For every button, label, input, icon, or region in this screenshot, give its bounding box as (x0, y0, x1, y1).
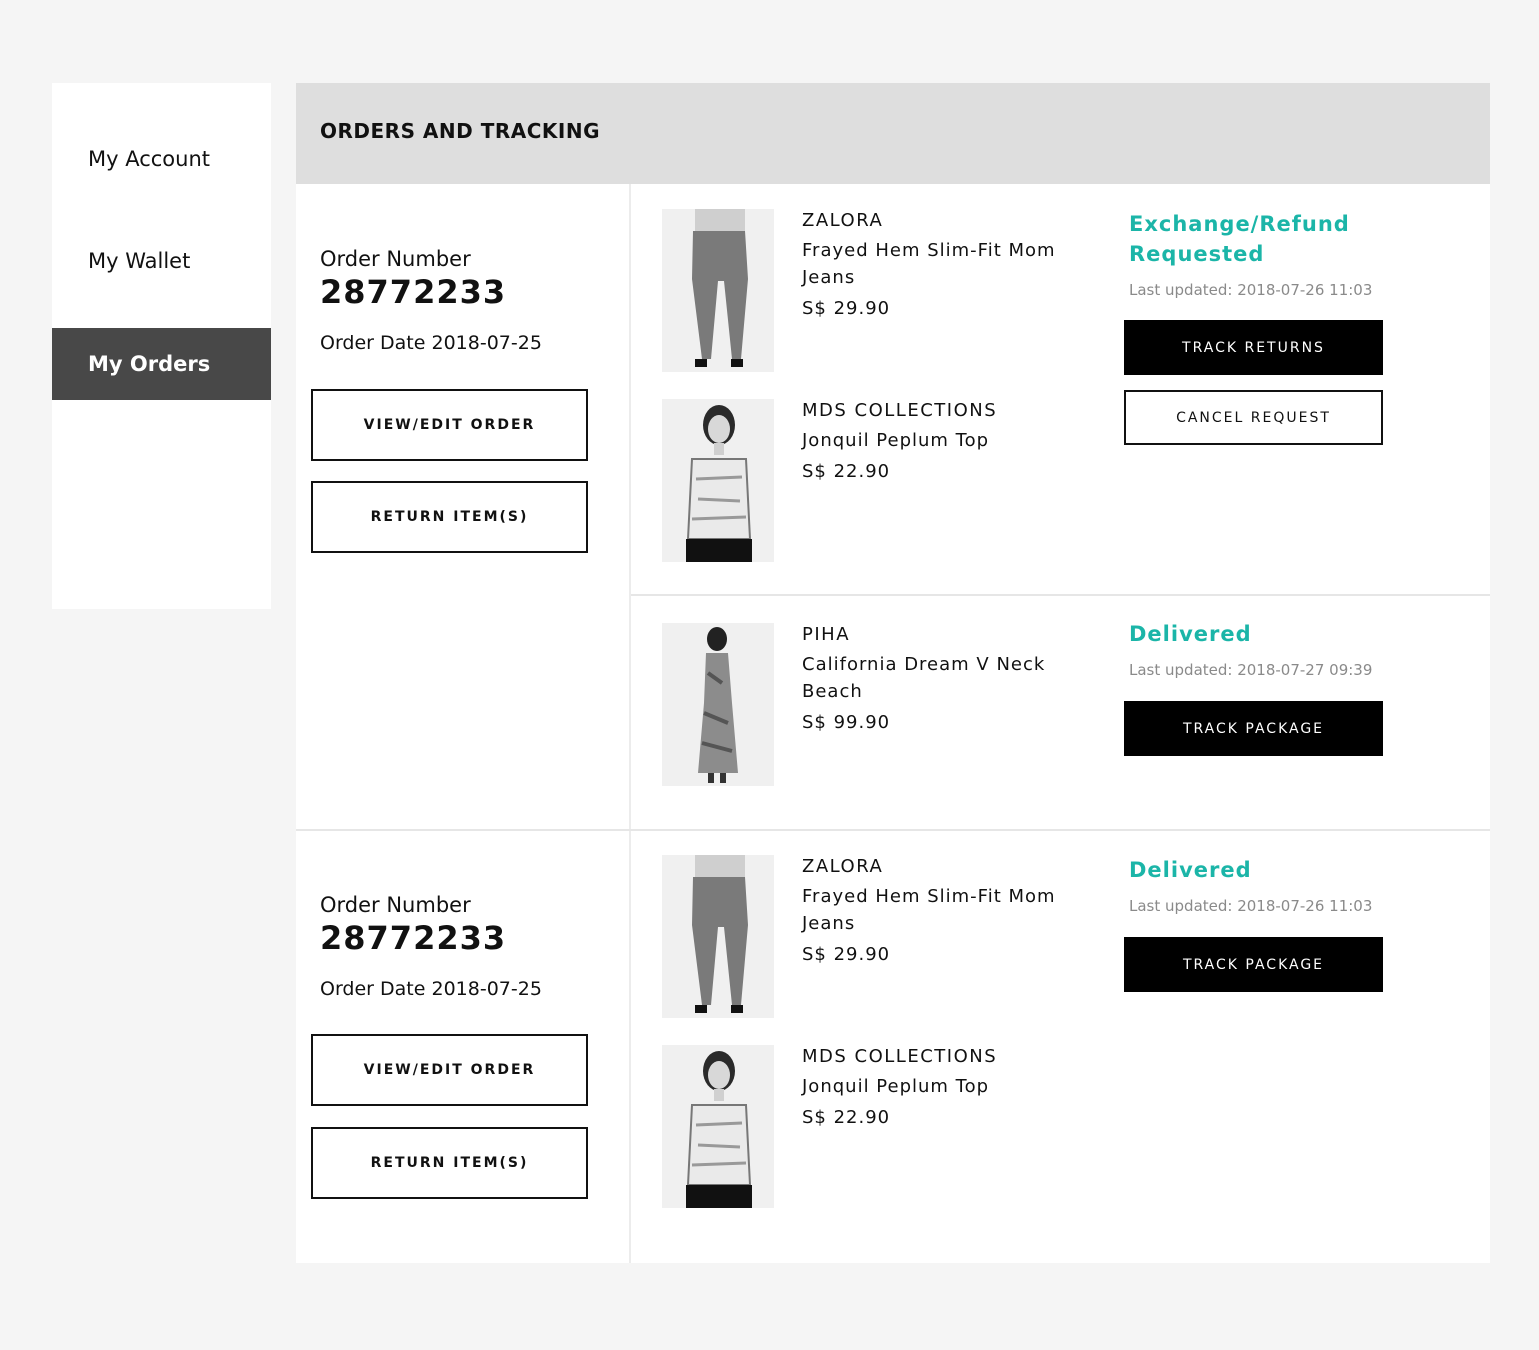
item-price: S$ 22.90 (802, 1107, 891, 1128)
order-number: 28772233 (320, 919, 507, 957)
order-item: MDS COLLECTIONS Jonquil Peplum Top S$ 22… (662, 399, 1122, 564)
item-name[interactable]: Frayed Hem Slim-Fit Mom Jeans (802, 883, 1092, 937)
return-items-button[interactable]: RETURN ITEM(S) (311, 1127, 588, 1199)
item-name[interactable]: Jonquil Peplum Top (802, 427, 1092, 454)
order-date: Order Date 2018-07-25 (320, 978, 542, 1000)
status-label: Exchange/Refund Requested (1129, 212, 1350, 266)
track-package-button[interactable]: TRACK PACKAGE (1124, 701, 1383, 756)
track-package-button[interactable]: TRACK PACKAGE (1124, 937, 1383, 992)
order-item: MDS COLLECTIONS Jonquil Peplum Top S$ 22… (662, 1045, 1122, 1210)
item-price: S$ 22.90 (802, 461, 891, 482)
item-brand: MDS COLLECTIONS (802, 400, 998, 421)
return-items-button[interactable]: RETURN ITEM(S) (311, 481, 588, 553)
orders-header: ORDERS AND TRACKING (296, 83, 1490, 184)
track-returns-button[interactable]: TRACK RETURNS (1124, 320, 1383, 375)
shipment-status: Delivered Last updated: 2018-07-27 09:39… (1124, 619, 1459, 756)
order-date: Order Date 2018-07-25 (320, 332, 542, 354)
shipment-divider (631, 594, 1490, 596)
order-item: ZALORA Frayed Hem Slim-Fit Mom Jeans S$ … (662, 209, 1122, 374)
order-item: ZALORA Frayed Hem Slim-Fit Mom Jeans S$ … (662, 855, 1122, 1020)
status-label: Delivered (1129, 622, 1252, 646)
view-edit-order-button[interactable]: VIEW/EDIT ORDER (311, 389, 588, 461)
cancel-request-button[interactable]: CANCEL REQUEST (1124, 390, 1383, 445)
order-divider (296, 829, 1490, 831)
order-number-label: Order Number (320, 247, 471, 271)
item-brand: PIHA (802, 624, 851, 645)
sidebar-item-my-wallet[interactable]: My Wallet (52, 225, 271, 297)
item-details: MDS COLLECTIONS Jonquil Peplum Top S$ 22… (802, 1045, 1092, 1130)
account-sidebar: My Account My Wallet My Orders (52, 83, 271, 609)
product-image-jeans[interactable] (662, 209, 774, 372)
product-image-peplum-top[interactable] (662, 1045, 774, 1208)
item-price: S$ 29.90 (802, 298, 891, 319)
item-details: PIHA California Dream V Neck Beach S$ 99… (802, 623, 1092, 735)
sidebar-item-my-orders[interactable]: My Orders (52, 328, 271, 400)
shipment-status: Exchange/Refund Requested Last updated: … (1124, 209, 1459, 445)
item-name[interactable]: Frayed Hem Slim-Fit Mom Jeans (802, 237, 1092, 291)
orders-panel: ORDERS AND TRACKING Order Number 2877223… (296, 83, 1490, 1263)
product-image-dress[interactable] (662, 623, 774, 786)
column-divider (629, 184, 631, 1263)
item-price: S$ 29.90 (802, 944, 891, 965)
shipment-status: Delivered Last updated: 2018-07-26 11:03… (1124, 855, 1459, 992)
page-title: ORDERS AND TRACKING (320, 119, 601, 143)
status-last-updated: Last updated: 2018-07-26 11:03 (1129, 897, 1373, 915)
status-last-updated: Last updated: 2018-07-26 11:03 (1129, 281, 1373, 299)
item-name[interactable]: California Dream V Neck Beach (802, 651, 1092, 705)
item-details: ZALORA Frayed Hem Slim-Fit Mom Jeans S$ … (802, 855, 1092, 967)
order-item: PIHA California Dream V Neck Beach S$ 99… (662, 623, 1122, 788)
product-image-jeans[interactable] (662, 855, 774, 1018)
item-details: ZALORA Frayed Hem Slim-Fit Mom Jeans S$ … (802, 209, 1092, 321)
order-number-label: Order Number (320, 893, 471, 917)
item-brand: ZALORA (802, 856, 884, 877)
item-brand: ZALORA (802, 210, 884, 231)
item-brand: MDS COLLECTIONS (802, 1046, 998, 1067)
sidebar-item-my-account[interactable]: My Account (52, 123, 271, 195)
item-details: MDS COLLECTIONS Jonquil Peplum Top S$ 22… (802, 399, 1092, 484)
item-price: S$ 99.90 (802, 712, 891, 733)
view-edit-order-button[interactable]: VIEW/EDIT ORDER (311, 1034, 588, 1106)
status-label: Delivered (1129, 858, 1252, 882)
status-last-updated: Last updated: 2018-07-27 09:39 (1129, 661, 1373, 679)
order-number: 28772233 (320, 273, 507, 311)
item-name[interactable]: Jonquil Peplum Top (802, 1073, 1092, 1100)
product-image-peplum-top[interactable] (662, 399, 774, 562)
